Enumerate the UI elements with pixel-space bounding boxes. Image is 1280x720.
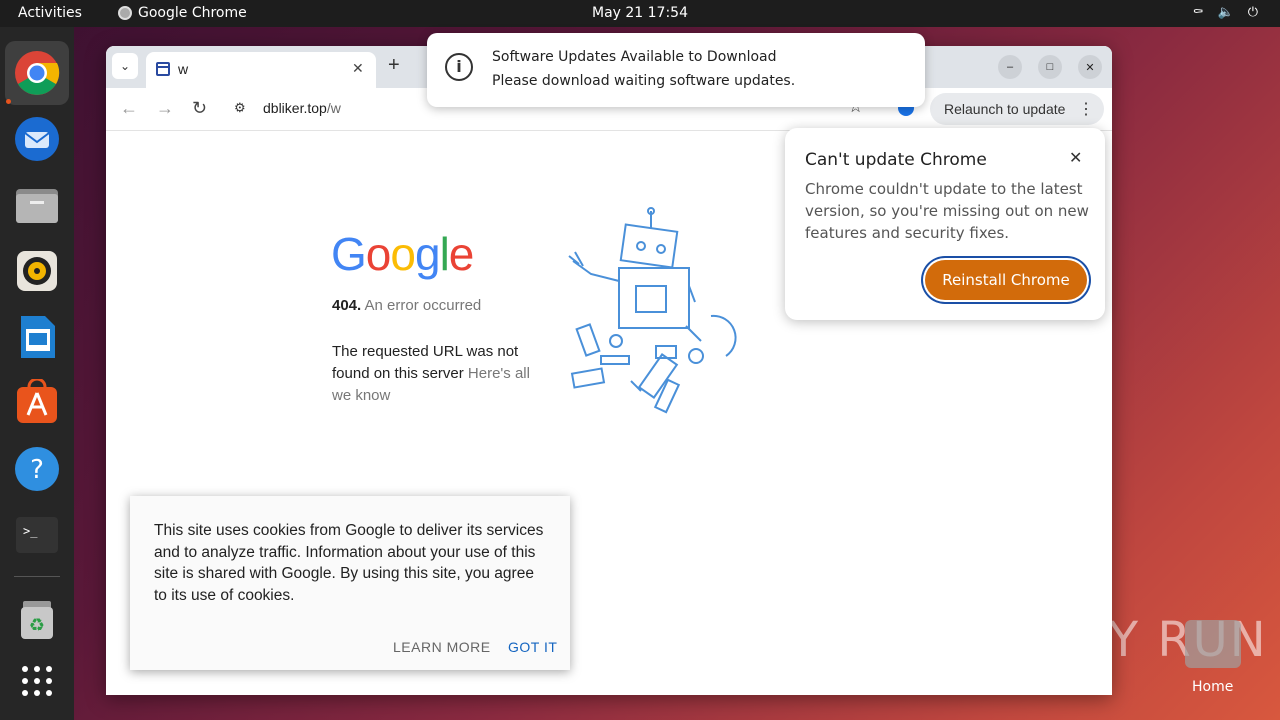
svg-text:♻: ♻ [29,615,45,636]
rhythmbox-icon [17,251,57,291]
app-menu[interactable]: Google Chrome [118,5,247,21]
chrome-icon [15,51,60,95]
activities-button[interactable]: Activities [18,5,82,21]
chrome-mini-icon [118,6,132,20]
reinstall-chrome-button[interactable]: Reinstall Chrome [925,260,1087,300]
logo-letter: o [365,228,392,280]
files-icon [16,189,58,223]
help-icon: ? [15,447,59,491]
running-indicator [6,99,11,104]
update-error-bubble: Can't update Chrome ✕ Chrome couldn't up… [785,128,1105,320]
logo-letter: l [439,228,450,280]
svg-text:?: ? [30,455,44,485]
dock: ? >_ ♻ [0,27,74,720]
tab-close-icon[interactable]: ✕ [352,60,364,77]
site-info-icon[interactable]: ⚙ [234,100,246,116]
google-logo: Google [331,227,475,281]
close-window-button[interactable]: ✕ [1078,55,1102,79]
svg-text:>_: >_ [23,524,38,538]
app-grid-icon [22,666,52,696]
info-icon: i [445,53,473,81]
trash-icon: ♻ [21,601,53,639]
notification-title: Software Updates Available to Download [492,49,777,65]
volume-icon[interactable]: 🔈 [1218,5,1234,20]
network-icon[interactable]: ⚰ [1193,5,1204,20]
dock-app-center[interactable] [5,371,69,435]
dock-thunderbird[interactable] [5,107,69,171]
error-heading: 404. An error occurred [332,297,481,314]
tab-search-button[interactable]: ⌄ [112,53,138,79]
favicon-icon [156,62,170,76]
forward-button[interactable]: → [156,98,174,119]
dock-terminal[interactable]: >_ [5,503,69,567]
dock-rhythmbox[interactable] [5,239,69,303]
learn-more-button[interactable]: LEARN MORE [393,639,491,655]
cookie-text: This site uses cookies from Google to de… [154,522,544,604]
tab-active[interactable]: w ✕ [146,52,376,88]
minimize-button[interactable]: – [998,55,1022,79]
new-tab-button[interactable]: + [388,54,400,77]
dock-writer[interactable] [5,305,69,369]
power-icon[interactable]: ⏻ [1248,5,1258,20]
app-menu-label: Google Chrome [138,5,247,21]
relaunch-to-update-button[interactable]: Relaunch to update ⋮ [930,93,1104,125]
reload-button[interactable]: ↻ [192,98,207,119]
notification-body: Please download waiting software updates… [492,73,796,89]
dock-separator [14,576,60,577]
bubble-title: Can't update Chrome [805,150,987,170]
dock-trash[interactable]: ♻ [5,587,69,651]
bubble-body: Chrome couldn't update to the latest ver… [805,180,1089,242]
menu-dots-icon[interactable]: ⋮ [1078,99,1094,119]
thunderbird-icon [15,117,59,161]
logo-letter: G [331,228,367,280]
error-title: An error occurred [364,297,482,314]
error-message: The requested URL was not found on this … [332,341,532,407]
got-it-button[interactable]: GOT IT [508,639,557,655]
app-center-icon [17,379,57,423]
tab-title: w [178,61,189,77]
back-button[interactable]: ← [120,98,138,119]
dock-help[interactable]: ? [5,437,69,501]
dock-files[interactable] [5,173,69,237]
home-label[interactable]: Home [1192,679,1233,695]
home-folder-icon[interactable] [1185,620,1241,668]
relaunch-label: Relaunch to update [944,101,1066,117]
broken-robot-illustration [568,207,737,414]
logo-letter: e [448,228,475,280]
system-tray[interactable]: ⚰ 🔈 ⏻ [1193,5,1258,20]
cookie-consent-dialog: This site uses cookies from Google to de… [130,496,570,670]
terminal-icon: >_ [16,517,58,553]
dock-app-grid[interactable] [5,649,69,713]
chevron-down-icon: ⌄ [119,59,131,73]
dock-chrome[interactable] [5,41,69,105]
close-icon[interactable]: ✕ [1069,148,1082,167]
writer-icon [21,316,55,358]
logo-letter: g [414,228,441,280]
logo-letter: o [390,228,416,280]
error-code: 404. [332,297,362,314]
maximize-button[interactable]: □ [1038,55,1062,79]
software-update-notification[interactable]: i Software Updates Available to Download… [427,33,925,107]
top-bar: Activities Google Chrome May 21 17:54 ⚰ … [0,0,1280,27]
url-text: dbliker.top/w [263,100,341,116]
